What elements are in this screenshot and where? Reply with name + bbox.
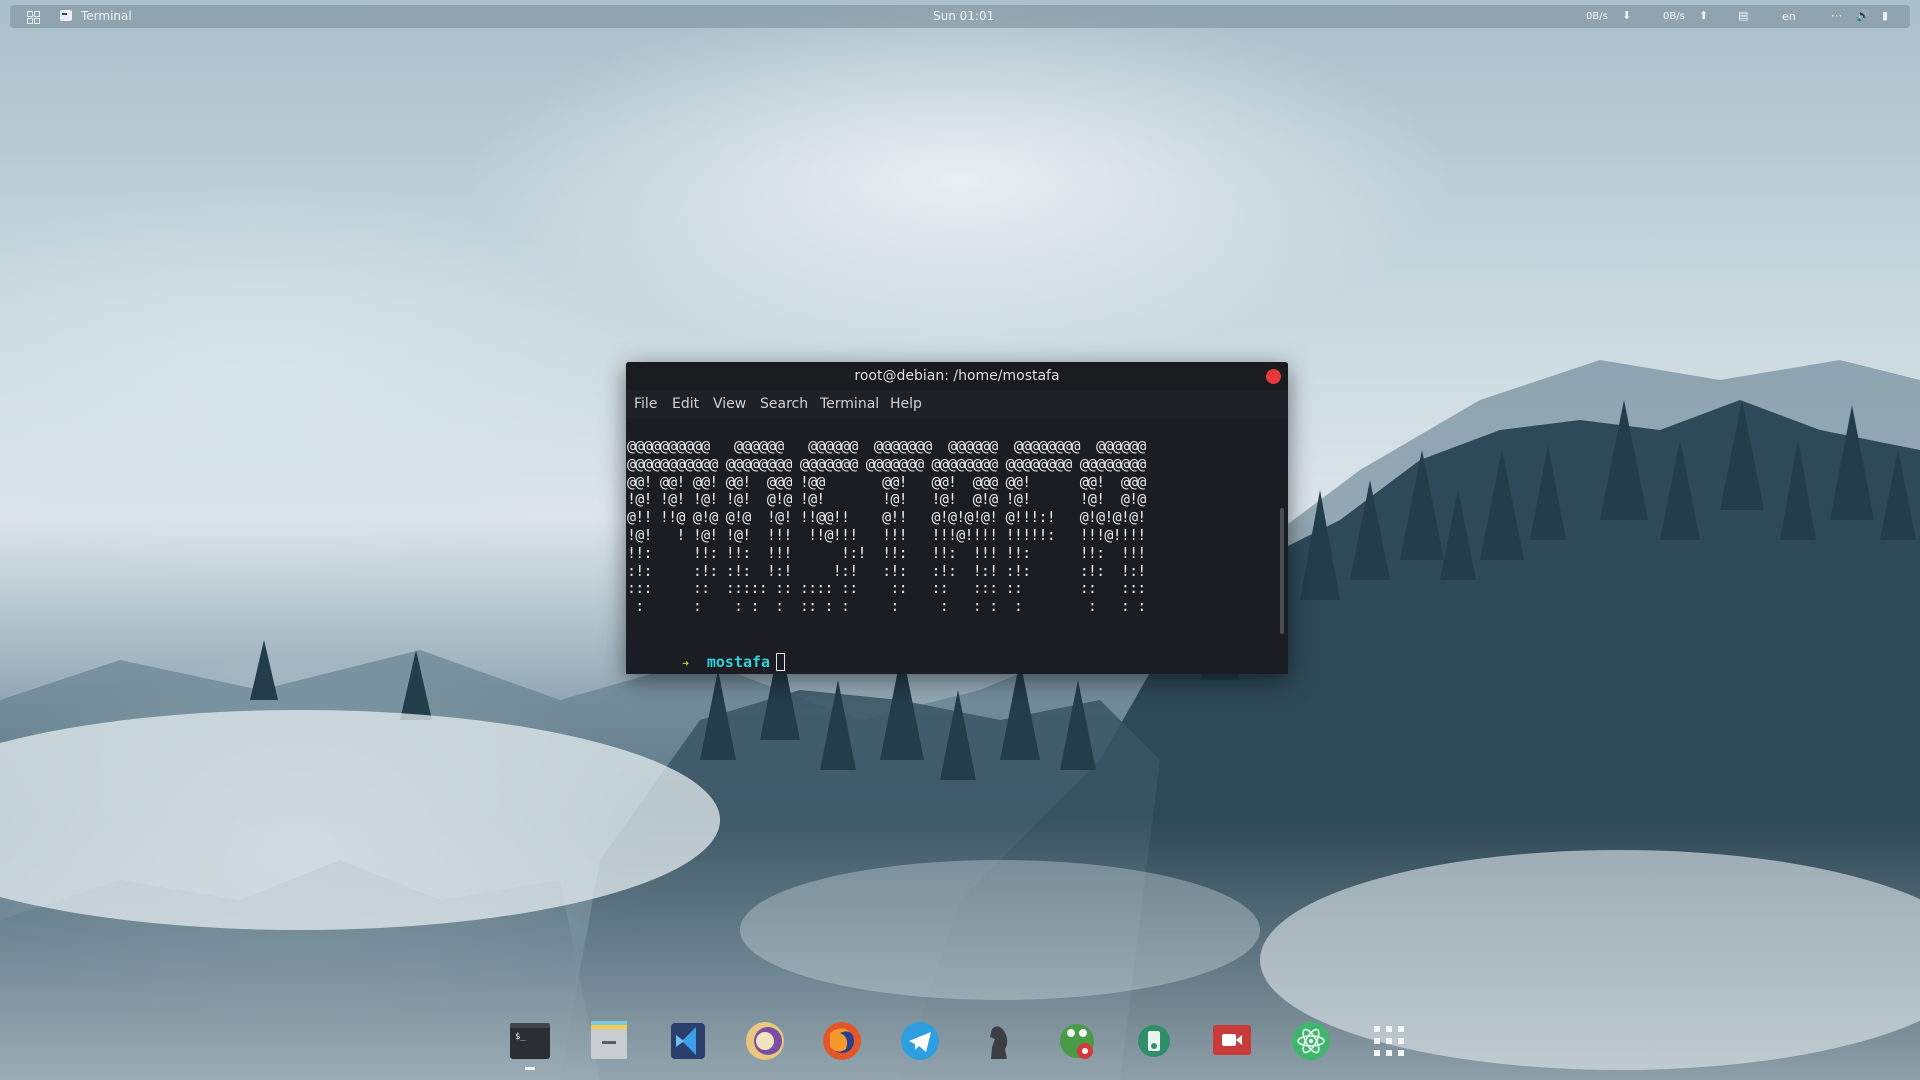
app-menu-label[interactable]: Terminal bbox=[81, 9, 132, 24]
prompt-arrow: ➜ bbox=[682, 657, 689, 670]
firefox-dock-icon[interactable] bbox=[820, 1019, 864, 1063]
atom-dock-icon[interactable] bbox=[1289, 1019, 1333, 1063]
terminal-scrollbar[interactable] bbox=[1276, 418, 1288, 674]
net-down-speed: 0B/s bbox=[1586, 11, 1608, 22]
menu-file[interactable]: File bbox=[634, 396, 657, 412]
gparted-dock-icon[interactable] bbox=[1132, 1019, 1176, 1063]
text-cursor bbox=[776, 653, 786, 671]
running-indicator bbox=[525, 1067, 535, 1070]
power-icon[interactable]: ▮ bbox=[1882, 9, 1888, 22]
terminal-menubar: File Edit View Search Terminal Help bbox=[626, 390, 1288, 418]
menu-view[interactable]: View bbox=[713, 396, 746, 412]
terminal-app-icon bbox=[60, 10, 72, 21]
menu-search[interactable]: Search bbox=[760, 396, 808, 412]
clock[interactable]: Sun 01:01 bbox=[933, 9, 994, 24]
upload-arrow-icon: ⬆ bbox=[1699, 9, 1709, 22]
activities-icon[interactable] bbox=[27, 11, 40, 24]
files-dock-icon[interactable] bbox=[587, 1019, 631, 1063]
menu-edit[interactable]: Edit bbox=[672, 396, 699, 412]
menu-help[interactable]: Help bbox=[890, 396, 922, 412]
net-up-speed: 0B/s bbox=[1663, 11, 1685, 22]
show-apps-icon[interactable] bbox=[1367, 1019, 1411, 1063]
download-arrow-icon: ⬇ bbox=[1622, 9, 1632, 22]
close-button[interactable] bbox=[1266, 369, 1281, 384]
telegram-dock-icon[interactable] bbox=[898, 1019, 942, 1063]
scrollbar-thumb[interactable] bbox=[1280, 508, 1284, 634]
terminal-window[interactable]: root@debian: /home/mostafa File Edit Vie… bbox=[626, 362, 1288, 674]
terminal-dock-icon[interactable]: $_ bbox=[508, 1019, 552, 1063]
svg-text:$_: $_ bbox=[515, 1032, 526, 1042]
more-icon[interactable]: ⋯ bbox=[1831, 9, 1842, 22]
eclipse-dock-icon[interactable] bbox=[743, 1019, 787, 1063]
window-title: root@debian: /home/mostafa bbox=[854, 368, 1060, 384]
shell-prompt[interactable]: ➜ mostafa bbox=[628, 635, 786, 674]
top-panel: Terminal Sun 01:01 0B/s ⬇ 0B/s ⬆ ▤ en ⋯ … bbox=[10, 5, 1910, 28]
gnome-tweaks-dock-icon[interactable] bbox=[1055, 1019, 1099, 1063]
ascii-art-banner: @@@@@@@@@@ @@@@@@ @@@@@@ @@@@@@@ @@@@@@ … bbox=[627, 437, 1146, 616]
screen-recorder-dock-icon[interactable] bbox=[1210, 1019, 1254, 1063]
terminal-titlebar[interactable]: root@debian: /home/mostafa bbox=[626, 362, 1288, 390]
prompt-user: mostafa bbox=[706, 653, 771, 671]
terminal-output[interactable]: @@@@@@@@@@ @@@@@@ @@@@@@ @@@@@@@ @@@@@@ … bbox=[626, 418, 1276, 674]
volume-icon[interactable]: 🔊 bbox=[1856, 9, 1870, 22]
keyboard-language[interactable]: en bbox=[1782, 9, 1796, 24]
chess-dock-icon[interactable] bbox=[976, 1019, 1020, 1063]
vscode-dock-icon[interactable] bbox=[666, 1019, 710, 1063]
menu-terminal[interactable]: Terminal bbox=[820, 396, 879, 412]
clipboard-icon[interactable]: ▤ bbox=[1738, 9, 1748, 22]
